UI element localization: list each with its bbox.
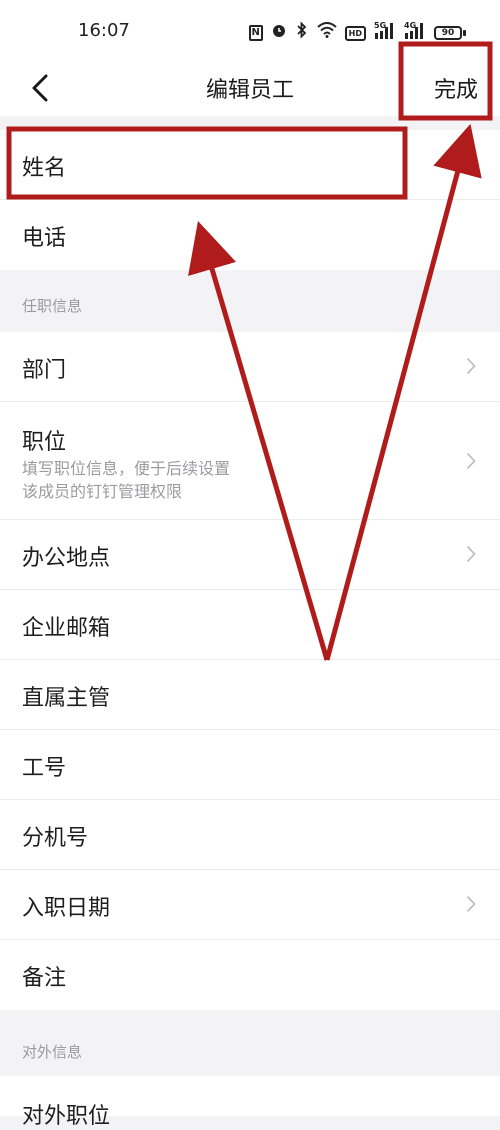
battery-icon: 90: [434, 26, 466, 40]
row-label-extension: 分机号: [22, 826, 89, 851]
section-header-external: 对外信息: [0, 1016, 500, 1076]
signal-4g-icon: 4G: [404, 21, 426, 45]
wifi-icon: [316, 22, 337, 44]
alarm-icon: [271, 22, 287, 44]
section-title-external: 对外信息: [22, 1043, 83, 1061]
basic-info-group: 姓名 电话: [0, 130, 500, 270]
position-hint: 填写职位信息，便于后续设置 该成员的钉钉管理权限: [22, 457, 230, 503]
row-extension[interactable]: 分机号: [0, 800, 500, 870]
chevron-right-icon: [466, 357, 476, 375]
section-title-job: 任职信息: [22, 297, 83, 315]
nfc-icon: N: [248, 25, 263, 41]
chevron-right-icon: [466, 895, 476, 913]
signal-5g-icon: 5G: [374, 21, 396, 45]
row-label-department: 部门: [22, 358, 67, 383]
battery-level: 90: [434, 26, 462, 40]
status-bar: 16:07 N HD 5G 4G 90: [0, 0, 500, 62]
row-name[interactable]: 姓名: [0, 130, 500, 200]
position-hint-line2: 该成员的钉钉管理权限: [22, 482, 183, 501]
row-label-phone: 电话: [22, 226, 67, 251]
row-label-employee-id: 工号: [22, 756, 67, 781]
hd-icon: HD: [344, 25, 366, 41]
row-email[interactable]: 企业邮箱: [0, 590, 500, 660]
row-position[interactable]: 职位 填写职位信息，便于后续设置 该成员的钉钉管理权限: [0, 402, 500, 520]
row-label-office-location: 办公地点: [22, 546, 111, 571]
svg-text:4G: 4G: [404, 21, 416, 30]
row-employee-id[interactable]: 工号: [0, 730, 500, 800]
row-label-hire-date: 入职日期: [22, 896, 111, 921]
row-hire-date[interactable]: 入职日期: [0, 870, 500, 940]
nav-header: 编辑员工 完成: [0, 62, 500, 116]
row-external-position[interactable]: 对外职位: [0, 1076, 500, 1129]
row-label-external-position: 对外职位: [22, 1104, 111, 1129]
row-supervisor[interactable]: 直属主管: [0, 660, 500, 730]
row-label-email: 企业邮箱: [22, 616, 111, 641]
row-label-supervisor: 直属主管: [22, 686, 111, 711]
section-header-job: 任职信息: [0, 270, 500, 332]
chevron-right-icon: [466, 452, 476, 470]
row-label-remarks: 备注: [22, 966, 67, 991]
status-icons: N HD 5G 4G 90: [248, 21, 466, 45]
chevron-right-icon: [466, 545, 476, 563]
row-remarks[interactable]: 备注: [0, 940, 500, 1010]
external-info-group: 对外职位: [0, 1076, 500, 1129]
bluetooth-icon: [295, 21, 309, 45]
svg-text:5G: 5G: [374, 21, 386, 30]
page-title: 编辑员工: [205, 78, 294, 103]
row-office-location[interactable]: 办公地点: [0, 520, 500, 590]
done-button[interactable]: 完成: [434, 72, 478, 104]
status-time: 16:07: [78, 20, 130, 41]
row-label-position: 职位: [22, 430, 67, 455]
row-label-name: 姓名: [22, 156, 67, 181]
job-info-group: 部门 职位 填写职位信息，便于后续设置 该成员的钉钉管理权限 办公地点 企业邮箱…: [0, 332, 500, 1010]
row-phone[interactable]: 电话: [0, 200, 500, 270]
row-department[interactable]: 部门: [0, 332, 500, 402]
position-hint-line1: 填写职位信息，便于后续设置: [22, 459, 231, 478]
